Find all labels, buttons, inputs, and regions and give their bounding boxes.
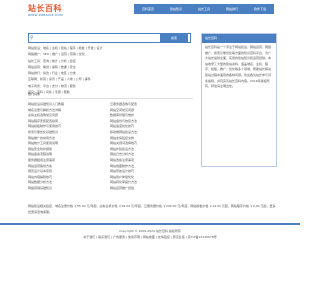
menu-line[interactable]: 其它：百科 | 词条 | 专题 | 帮助 (28, 89, 193, 95)
sidebar-title: 站长百科 (202, 34, 276, 43)
nav-item-ranking[interactable]: 网站排行 (218, 4, 246, 14)
footer-divider (0, 223, 300, 225)
logo-subtitle: WWW.ZZBAIKE.COM (28, 13, 63, 17)
footer-links[interactable]: 关于我们 | 联系我们 | 广告服务 | 免责声明 | 网站地图 | 友情链接 … (0, 235, 300, 240)
search-button[interactable]: 搜索 (160, 33, 188, 43)
nav-item-tools[interactable]: 站长工具 (190, 4, 218, 14)
nav-item-home[interactable]: 百科首页 (134, 4, 162, 14)
entry-list-right: 云服务器选购与配置 网站空间常见问题 数据库管理与维护 网站备份与恢复方法 网站… (110, 102, 190, 192)
section-title: 热门词条 (28, 92, 41, 96)
sidebar-text: 站长百科是一个专注于网站建设、网站运营、网络推广、搜索引擎优化等方面的知识百科平… (205, 45, 272, 89)
logo[interactable]: 站长百科 WWW.ZZBAIKE.COM (28, 4, 86, 18)
copyright: Copyright © 2009-2024 站长百科 版权所有 (119, 229, 181, 233)
divider (28, 98, 193, 99)
search-icon: ⚲ (30, 35, 34, 41)
category-menu: 网站建设：域名 | 主机 | 建站 | 程序 | 模板 | 开发 | 设计 网络… (28, 45, 193, 95)
bottom-links-text: 网站建设相关链接：域名注册价格 ￥55.00 元/年起，虚拟主机价格 ￥99.0… (28, 204, 276, 214)
nav-item-download[interactable]: 软件下载 (246, 4, 274, 14)
sidebar-about: 站长百科 站长百科是一个专注于网站建设、网站运营、网络推广、搜索引擎优化等方面的… (201, 33, 277, 167)
entry-list-left: 网站建设基础知识入门教程 域名注册与解析方法详解 虚拟主机选购常见问题 网站程序… (28, 102, 108, 192)
list-item[interactable]: 网络营销基础知识 (28, 186, 108, 192)
nav-item-knowledge[interactable]: 建站知识 (162, 4, 190, 14)
top-nav: 百科首页 建站知识 站长工具 网站排行 软件下载 (134, 4, 274, 14)
list-item[interactable]: 网站运营推广经验 (110, 186, 190, 192)
logo-title: 站长百科 (28, 4, 62, 13)
